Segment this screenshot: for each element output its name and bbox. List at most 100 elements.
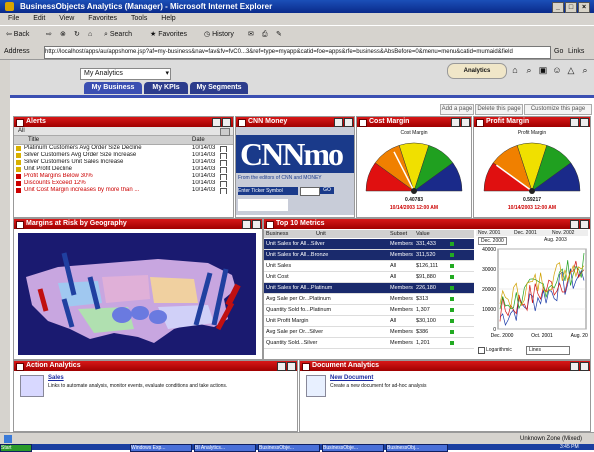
edit-portlet-icon[interactable] (570, 220, 579, 229)
delete-page-link[interactable]: Delete this page (475, 104, 523, 115)
links-button[interactable]: Links (568, 46, 584, 57)
ticker-input[interactable] (300, 187, 320, 196)
metric-row[interactable]: Unit Sales for All...Platinum Members 226,… (264, 283, 474, 294)
col-subset[interactable]: Subset (390, 230, 407, 238)
alert-row[interactable]: Platinum Customers Avg Order Size Declin… (14, 145, 233, 152)
metric-row[interactable]: Unit Sales for All...Bronze Members 311,52… (264, 250, 474, 261)
metric-row[interactable]: Avg Sale per Or...Silver Members $386 (264, 327, 474, 338)
menu-file[interactable]: File (8, 15, 19, 22)
taskbar-item[interactable]: BI Analytics... (194, 444, 256, 452)
chart-type-select[interactable]: Lines (526, 346, 570, 355)
minimize-button[interactable]: _ (552, 2, 564, 13)
metric-row[interactable]: Unit Cost All $91,880 (264, 272, 474, 283)
metric-row[interactable]: Quantity Sold fo...Platinum Members 1,307 (264, 305, 474, 316)
edit-portlet-icon[interactable] (334, 118, 343, 127)
taskbar-item[interactable]: Windows Exp... (130, 444, 192, 452)
alerts-filter[interactable]: All (18, 127, 25, 135)
close-portlet-icon[interactable] (580, 118, 589, 127)
close-portlet-icon[interactable] (461, 118, 470, 127)
ticker-go-button[interactable]: GO (320, 187, 334, 194)
mail-icon[interactable]: ✉ (248, 29, 254, 41)
menu-edit[interactable]: Edit (33, 15, 45, 22)
edit-portlet-icon[interactable] (570, 362, 579, 371)
close-portlet-icon[interactable] (287, 362, 296, 371)
metric-row[interactable]: Unit Profit Margin All $30,100 (264, 316, 474, 327)
col-business[interactable]: Business (266, 230, 288, 238)
forward-icon[interactable]: ⇨ (46, 29, 52, 41)
go-button[interactable]: Go (554, 46, 563, 57)
alert-text[interactable]: Unit Profit Decline (24, 166, 72, 173)
us-map-3d[interactable] (18, 233, 256, 355)
tab-my-business[interactable]: My Business (84, 82, 142, 94)
address-input[interactable]: http://localhost/apps/au/appshome.jsp?af… (44, 46, 551, 59)
user-icon[interactable]: ☺ (552, 65, 562, 75)
close-button[interactable]: × (578, 2, 590, 13)
menu-view[interactable]: View (59, 15, 74, 22)
home-icon[interactable]: ⌂ (88, 29, 92, 41)
folder-icon[interactable]: ▣ (538, 65, 548, 75)
alert-row[interactable]: Unit Profit Decline 10/14/03 (14, 166, 233, 173)
search-icon[interactable]: ⌕ (524, 65, 534, 75)
home-icon[interactable]: ⌂ (510, 65, 520, 75)
customize-page-link[interactable]: Customize this page (524, 104, 592, 115)
edit-icon[interactable]: ✎ (276, 29, 282, 41)
alert-text[interactable]: Silver Customers Avg Order Size Increase (24, 152, 136, 159)
refresh-icon[interactable]: ↻ (74, 29, 80, 41)
alert-text[interactable]: Silver Customers Unit Sales Increase (24, 159, 123, 166)
edit-portlet-icon[interactable] (242, 220, 251, 229)
tab-my-kpis[interactable]: My KPIs (144, 82, 188, 94)
alert-row[interactable]: Silver Customers Unit Sales Increase 10/1… (14, 159, 233, 166)
search-button[interactable]: ⌕ Search (104, 29, 132, 41)
alerts-filter-dropdown[interactable] (220, 128, 230, 136)
stop-icon[interactable]: ⊗ (60, 29, 66, 41)
alert-row[interactable]: Discounts Exceed 12% 10/14/03 (14, 180, 233, 187)
add-page-link[interactable]: Add a page (440, 104, 474, 115)
close-portlet-icon[interactable] (252, 220, 261, 229)
start-button[interactable]: Start (0, 444, 32, 452)
edit-portlet-icon[interactable] (212, 118, 221, 127)
menu-tools[interactable]: Tools (131, 15, 147, 22)
alert-row[interactable]: Profit Margins Below 30% 10/14/03 (14, 173, 233, 180)
alert-row[interactable]: Unit Cost Margin increases by more than … (14, 187, 233, 194)
taskbar-item[interactable]: BusinessObj... (386, 444, 448, 452)
action-icon[interactable] (20, 375, 44, 397)
range-from[interactable]: Dec. 2000 (478, 237, 507, 245)
metric-row[interactable]: Quantity Sold...Silver Members 1,201 (264, 338, 474, 349)
metric-row[interactable]: Unit Sales All $126,111 (264, 261, 474, 272)
col-unit[interactable]: Unit (316, 230, 326, 238)
alerts-col-title[interactable]: Title (28, 136, 39, 144)
maximize-button[interactable]: □ (565, 2, 577, 13)
alert-row[interactable]: Silver Customers Avg Order Size Increase… (14, 152, 233, 159)
edit-portlet-icon[interactable] (570, 118, 579, 127)
metric-row[interactable]: Unit Sales for All...Silver Members 331,43… (264, 239, 474, 250)
alert-text[interactable]: Unit Cost Margin increases by more than … (24, 187, 139, 194)
action-item-link[interactable]: Sales (48, 375, 64, 381)
close-portlet-icon[interactable] (580, 362, 589, 371)
print-icon[interactable]: ⎙ (262, 29, 268, 41)
close-portlet-icon[interactable] (344, 118, 353, 127)
alert-text[interactable]: Platinum Customers Avg Order Size Declin… (24, 145, 142, 152)
taskbar-item[interactable]: BusinessObje... (322, 444, 384, 452)
alert-icon[interactable]: △ (566, 65, 576, 75)
close-portlet-icon[interactable] (222, 118, 231, 127)
alert-text[interactable]: Discounts Exceed 12% (24, 180, 86, 187)
alerts-col-date[interactable]: Date (192, 136, 205, 144)
history-button[interactable]: ◷ History (204, 29, 234, 41)
new-document-link[interactable]: New Document (330, 375, 373, 381)
favorites-button[interactable]: ★ Favorites (150, 29, 187, 41)
tab-my-segments[interactable]: My Segments (190, 82, 248, 94)
taskbar-item[interactable]: BusinessObje... (258, 444, 320, 452)
search-icon[interactable]: ⌕ (580, 65, 590, 75)
alert-text[interactable]: Profit Margins Below 30% (24, 173, 93, 180)
menu-help[interactable]: Help (161, 15, 175, 22)
edit-portlet-icon[interactable] (451, 118, 460, 127)
menu-favorites[interactable]: Favorites (88, 15, 117, 22)
back-button[interactable]: ⇦ Back (6, 29, 29, 41)
close-portlet-icon[interactable] (580, 220, 589, 229)
alert-checkbox[interactable] (220, 188, 227, 194)
edit-portlet-icon[interactable] (277, 362, 286, 371)
document-icon[interactable] (306, 375, 326, 397)
app-selector[interactable]: My Analytics (80, 68, 171, 80)
col-value[interactable]: Value (416, 230, 430, 238)
logscale-checkbox[interactable] (478, 347, 485, 354)
